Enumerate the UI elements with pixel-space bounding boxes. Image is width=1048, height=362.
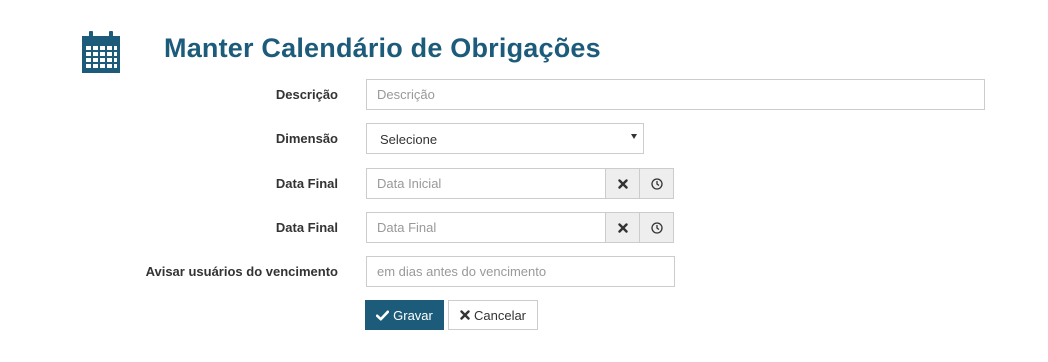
dimensao-select[interactable]: Selecione bbox=[366, 123, 644, 154]
save-button-label: Gravar bbox=[393, 307, 433, 323]
cancel-button-label: Cancelar bbox=[473, 307, 527, 323]
data-inicial-label: Data Final bbox=[275, 176, 338, 191]
data-inicial-clear-button[interactable] bbox=[605, 168, 640, 199]
avisar-row: Avisar usuários do vencimento bbox=[0, 256, 1048, 288]
descricao-input[interactable] bbox=[366, 79, 985, 110]
data-inicial-time-button[interactable] bbox=[639, 168, 674, 199]
chevron-down-icon bbox=[631, 134, 637, 139]
descricao-label: Descrição bbox=[275, 87, 338, 102]
clock-icon bbox=[650, 177, 663, 190]
dimensao-selected-value: Selecione bbox=[380, 132, 438, 147]
data-final-label: Data Final bbox=[275, 220, 338, 235]
cancel-button[interactable]: Cancelar bbox=[448, 300, 538, 330]
close-icon bbox=[460, 310, 470, 320]
form-actions: Gravar Cancelar bbox=[0, 300, 1048, 332]
avisar-label: Avisar usuários do vencimento bbox=[145, 264, 338, 279]
descricao-row: Descrição bbox=[0, 79, 1048, 111]
avisar-input[interactable] bbox=[366, 256, 675, 287]
data-inicial-input[interactable] bbox=[366, 168, 606, 199]
data-final-input[interactable] bbox=[366, 212, 606, 243]
save-button[interactable]: Gravar bbox=[365, 300, 444, 330]
check-icon bbox=[376, 310, 390, 320]
data-final-clear-button[interactable] bbox=[605, 212, 640, 243]
close-icon bbox=[617, 178, 628, 189]
data-inicial-row: Data Final bbox=[0, 168, 1048, 200]
data-final-time-button[interactable] bbox=[639, 212, 674, 243]
clock-icon bbox=[650, 221, 663, 234]
close-icon bbox=[617, 222, 628, 233]
calendar-icon bbox=[82, 31, 120, 73]
dimensao-row: Dimensão Selecione bbox=[0, 123, 1048, 155]
page-title: Manter Calendário de Obrigações bbox=[164, 33, 601, 63]
data-final-row: Data Final bbox=[0, 212, 1048, 244]
dimensao-label: Dimensão bbox=[275, 131, 338, 146]
